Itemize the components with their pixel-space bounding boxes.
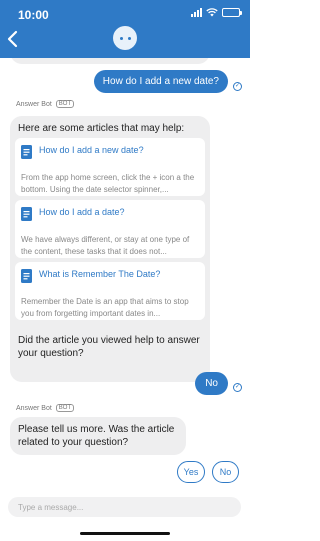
bot-name: Answer Bot	[16, 100, 52, 108]
wifi-icon	[206, 8, 218, 17]
article-title: What is Remember The Date?	[39, 269, 161, 279]
status-time: 10:00	[18, 8, 49, 22]
status-icons	[191, 8, 242, 17]
follow-up-bubble: Please tell us more. Was the article rel…	[10, 417, 186, 455]
document-icon	[21, 269, 32, 283]
chat-header: 10:00	[0, 0, 250, 58]
bot-badge: BOT	[55, 100, 75, 108]
bot-badge: BOT	[55, 404, 75, 412]
bot-eye-icon	[119, 36, 123, 40]
user-message-bubble: How do I add a new date?	[93, 70, 228, 93]
bot-avatar	[113, 26, 137, 50]
yes-button[interactable]: Yes	[177, 461, 205, 483]
article-item[interactable]: How do I add a new date? From the app ho…	[15, 138, 205, 196]
document-icon	[21, 207, 32, 221]
bot-sender-label: Answer Bot BOT	[16, 404, 75, 412]
no-button[interactable]: No	[212, 461, 239, 483]
chevron-left-icon[interactable]	[6, 30, 20, 48]
previous-message-bubble	[10, 58, 210, 64]
article-item[interactable]: How do I add a date? We have always diff…	[15, 200, 205, 258]
document-icon	[21, 145, 32, 159]
delivered-check-icon: ✓	[233, 383, 242, 392]
article-title: How do I add a new date?	[39, 145, 144, 155]
message-list[interactable]: How do I add a new date? ✓ Answer Bot BO…	[0, 58, 250, 488]
feedback-question-bubble: Did the article you viewed help to answe…	[10, 328, 210, 366]
delivered-check-icon: ✓	[233, 82, 242, 91]
user-reply-bubble: No	[195, 372, 228, 395]
article-snippet: Remember the Date is an app that aims to…	[21, 297, 189, 318]
bot-eye-icon	[127, 36, 131, 40]
article-snippet: We have always different, or stay at one…	[21, 235, 190, 256]
home-indicator	[80, 532, 170, 535]
article-snippet: From the app home screen, click the + ic…	[21, 173, 195, 194]
cellular-signal-icon	[191, 8, 202, 17]
battery-icon	[222, 8, 242, 17]
message-input[interactable]	[8, 497, 241, 517]
bot-name: Answer Bot	[16, 404, 52, 412]
article-title: How do I add a date?	[39, 207, 125, 217]
articles-intro: Here are some articles that may help:	[18, 123, 185, 134]
article-item[interactable]: What is Remember The Date? Remember the …	[15, 262, 205, 320]
bot-sender-label: Answer Bot BOT	[16, 100, 75, 108]
